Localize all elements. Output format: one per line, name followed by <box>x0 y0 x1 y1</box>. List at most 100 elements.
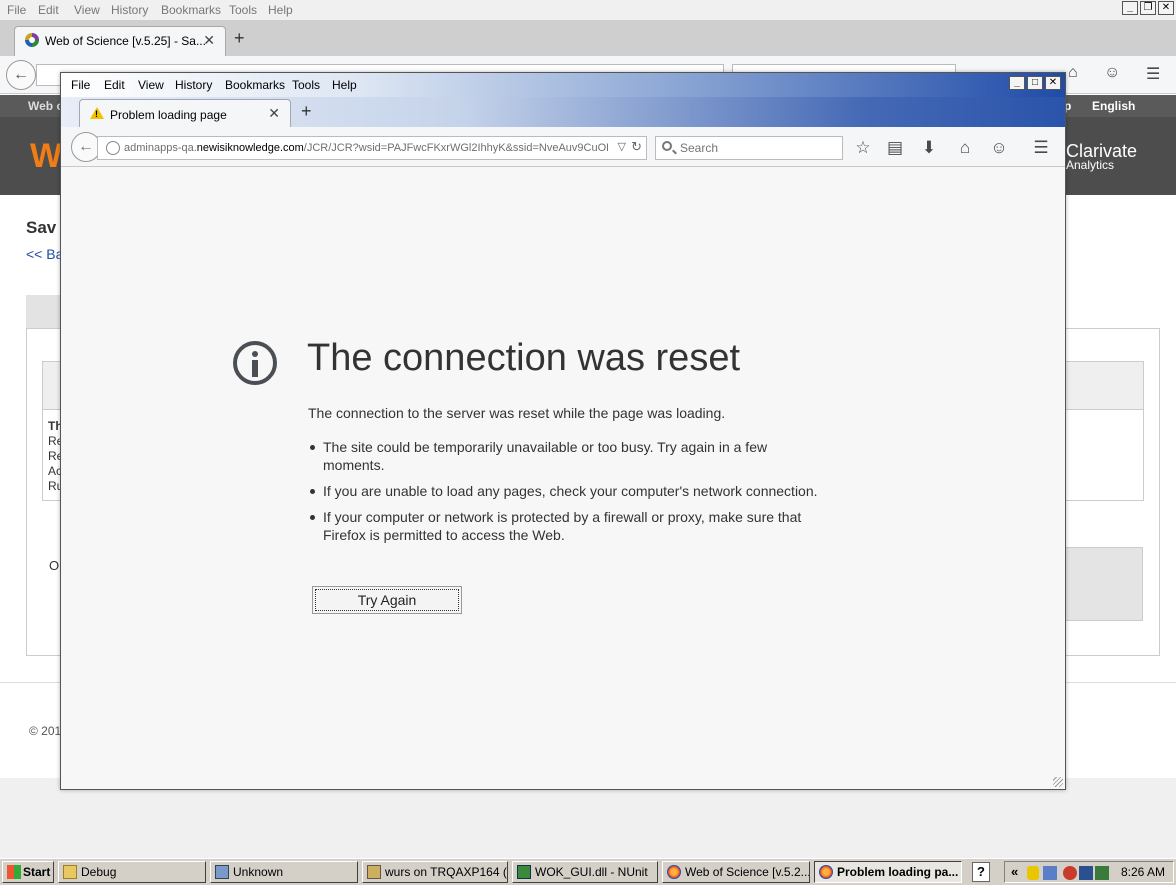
fg-window-controls: _ □ ✕ <box>1009 76 1061 90</box>
resize-grip-icon[interactable] <box>1053 777 1063 787</box>
bg-page-bottom <box>0 778 1176 858</box>
windows-taskbar: Start Debug Unknown wurs on TRQAXP164 (.… <box>0 858 1176 885</box>
error-title: The connection was reset <box>307 337 741 379</box>
bg-tab-web-of-science[interactable]: Web of Science [v.5.25] - Sa... ✕ <box>14 26 226 56</box>
menu-view[interactable]: View <box>138 78 164 92</box>
url-dropdown-icon[interactable]: ▽ <box>618 140 626 153</box>
bg-menu-icon[interactable]: ☰ <box>1146 64 1160 84</box>
taskbar-item-label: Problem loading pa... <box>837 865 959 879</box>
hello-icon[interactable]: ☺ <box>987 136 1011 160</box>
shield-icon[interactable] <box>1027 866 1039 880</box>
taskbar-item-wurs[interactable]: wurs on TRQAXP164 (... <box>362 861 508 883</box>
url-prefix: adminapps-qa. <box>124 142 197 154</box>
search-bar[interactable] <box>655 136 843 160</box>
menu-bookmarks[interactable]: Bookmarks <box>225 78 285 92</box>
taskbar-item-unknown[interactable]: Unknown <box>210 861 358 883</box>
tray-expand-icon[interactable]: « <box>1011 864 1018 879</box>
menu-tools[interactable]: Tools <box>292 78 320 92</box>
bg-menu-tools[interactable]: Tools <box>229 3 257 17</box>
reload-icon[interactable]: ↻ <box>631 139 642 155</box>
bg-new-tab-icon[interactable]: + <box>234 28 245 49</box>
close-button[interactable]: ✕ <box>1045 76 1061 90</box>
bg-brand-subtitle: Analytics <box>1066 158 1115 172</box>
minimize-button[interactable]: _ <box>1009 76 1025 90</box>
globe-icon <box>106 141 120 155</box>
suggestion-item: The site could be temporarily unavailabl… <box>308 438 828 474</box>
bg-tab-title: Web of Science [v.5.25] - Sa... <box>45 34 206 48</box>
nunit-icon <box>517 865 531 879</box>
bg-language-link[interactable]: English <box>1092 99 1135 113</box>
bg-menu-bookmarks[interactable]: Bookmarks <box>161 3 221 17</box>
bg-home-icon[interactable]: ⌂ <box>1068 64 1078 82</box>
firefox-icon <box>667 865 681 879</box>
bg-tab-close-icon[interactable]: ✕ <box>203 32 215 49</box>
new-tab-icon[interactable]: + <box>301 101 312 122</box>
warning-mark: ! <box>95 109 98 119</box>
menu-history[interactable]: History <box>175 78 212 92</box>
menu-help[interactable]: Help <box>332 78 357 92</box>
error-description: The connection to the server was reset w… <box>308 405 726 421</box>
foreground-browser-window: File Edit View History Bookmarks Tools H… <box>60 72 1066 790</box>
security-icon[interactable] <box>1063 866 1077 880</box>
hamburger-menu-icon[interactable]: ☰ <box>1029 136 1053 160</box>
bg-back-link[interactable]: << Ba <box>26 246 63 262</box>
bg-menu-view[interactable]: View <box>74 3 100 17</box>
taskbar-item-label: Debug <box>81 865 117 879</box>
clock[interactable]: 8:26 AM <box>1121 865 1165 879</box>
bg-close-button[interactable]: ✕ <box>1158 1 1174 15</box>
taskbar-item-problem-loading[interactable]: Problem loading pa... <box>814 861 962 883</box>
taskbar-item-label: Unknown <box>233 865 284 879</box>
terminal-icon <box>367 865 381 879</box>
url-text[interactable]: adminapps-qa.newisiknowledge.com/JCR/JCR… <box>124 142 608 154</box>
bg-menu-history[interactable]: History <box>111 3 148 17</box>
bg-minimize-button[interactable]: _ <box>1122 1 1138 15</box>
windows-logo-icon <box>7 865 21 879</box>
menu-edit[interactable]: Edit <box>104 78 125 92</box>
taskbar-item-label: WOK_GUI.dll - NUnit <box>535 865 648 879</box>
reading-list-icon[interactable]: ▤ <box>883 136 907 160</box>
bg-site-logo: W <box>30 137 63 175</box>
volume-icon[interactable] <box>1095 866 1109 880</box>
taskbar-item-label: wurs on TRQAXP164 (... <box>385 865 508 879</box>
suggestion-item: If you are unable to load any pages, che… <box>308 482 828 500</box>
bg-menu-file[interactable]: File <box>7 3 26 17</box>
tab-close-icon[interactable]: ✕ <box>268 105 280 122</box>
folder-icon <box>63 865 77 879</box>
app-icon <box>215 865 229 879</box>
taskbar-item-debug[interactable]: Debug <box>58 861 206 883</box>
bg-window-controls: _ ❐ ✕ <box>1122 1 1174 15</box>
start-button[interactable]: Start <box>2 861 54 883</box>
menu-file[interactable]: File <box>71 78 90 92</box>
bg-copyright: © 201 <box>29 724 62 738</box>
bg-side-box <box>1064 547 1143 621</box>
search-icon <box>662 141 672 151</box>
bg-cut-text: O <box>49 558 60 573</box>
search-input[interactable] <box>680 140 830 156</box>
start-label: Start <box>23 865 51 879</box>
bg-menu-bar: File Edit View History Bookmarks Tools H… <box>0 0 1176 20</box>
taskbar-item-web-of-science[interactable]: Web of Science [v.5.2... <box>662 861 810 883</box>
help-button[interactable]: ? <box>972 862 990 882</box>
taskbar-item-label: Web of Science [v.5.2... <box>685 865 810 879</box>
bookmark-star-icon[interactable]: ☆ <box>851 136 875 160</box>
try-again-button[interactable]: Try Again <box>312 586 462 614</box>
bg-hello-icon[interactable]: ☺ <box>1104 64 1120 82</box>
clarivate-favicon-icon <box>25 33 39 47</box>
maximize-button[interactable]: □ <box>1027 76 1043 90</box>
bg-site-nav-text[interactable]: Web o <box>28 99 64 113</box>
home-icon[interactable]: ⌂ <box>953 136 977 160</box>
error-suggestions: The site could be temporarily unavailabl… <box>308 438 828 552</box>
url-bar[interactable]: adminapps-qa.newisiknowledge.com/JCR/JCR… <box>97 136 647 160</box>
bg-restore-button[interactable]: ❐ <box>1140 1 1156 15</box>
suggestion-item: If your computer or network is protected… <box>308 508 828 544</box>
fg-menu-bar: File Edit View History Bookmarks Tools H… <box>61 73 1065 97</box>
download-icon[interactable]: ⬇ <box>917 136 941 160</box>
bg-menu-help[interactable]: Help <box>268 3 293 17</box>
taskbar-item-nunit[interactable]: WOK_GUI.dll - NUnit <box>512 861 658 883</box>
network-icon[interactable] <box>1043 866 1057 880</box>
url-path: /JCR/JCR?wsid=PAJFwcFKxrWGl2IhhyK&ssid=N… <box>303 142 608 154</box>
bg-back-button[interactable]: ← <box>6 60 36 90</box>
vpn-icon[interactable] <box>1079 866 1093 880</box>
tab-problem-loading[interactable]: ! Problem loading page ✕ <box>79 99 291 129</box>
bg-menu-edit[interactable]: Edit <box>38 3 59 17</box>
